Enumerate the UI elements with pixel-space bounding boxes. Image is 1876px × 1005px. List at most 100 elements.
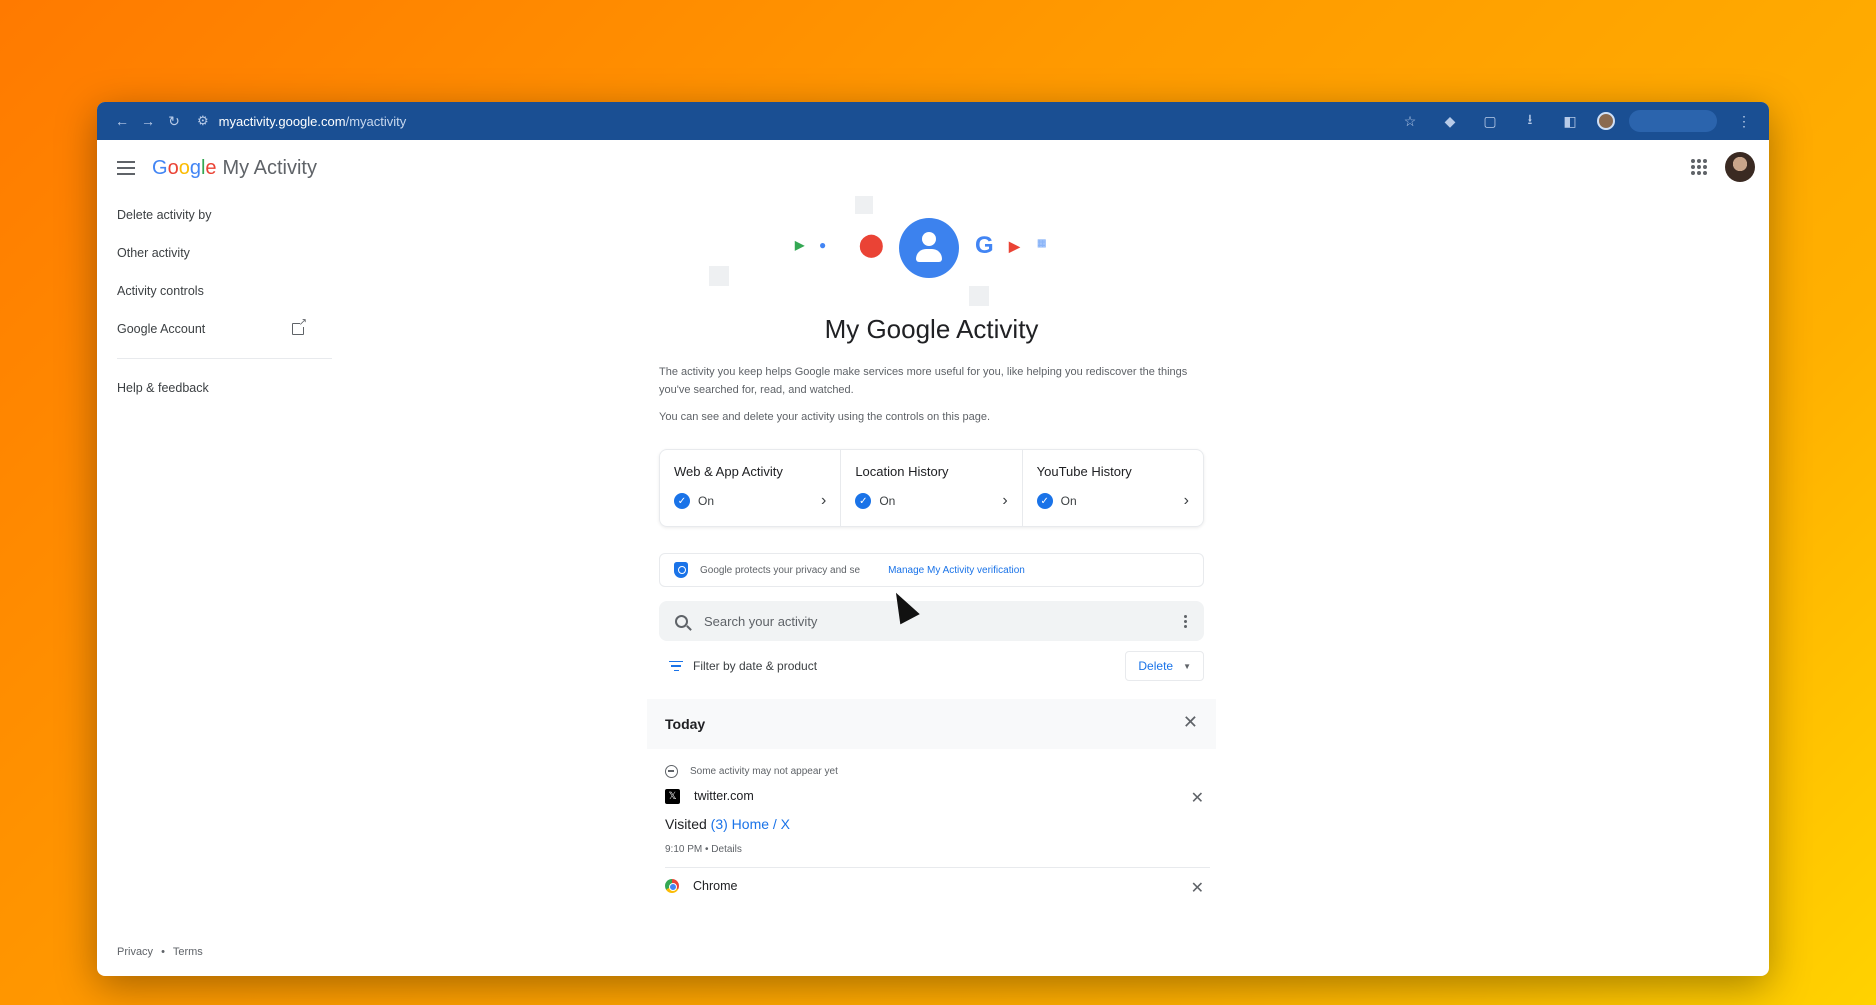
search-icon[interactable] <box>675 614 688 628</box>
check-circle-icon: ✓ <box>674 493 690 509</box>
logo-letter: G <box>152 156 168 179</box>
puzzle-icon[interactable]: ▢ <box>1477 108 1503 134</box>
url-host: myactivity.google.com <box>218 113 346 129</box>
logo-letter: e <box>205 156 217 179</box>
check-circle-icon: ✓ <box>1036 493 1053 509</box>
activity-item: Chrome ✕ <box>659 872 1204 900</box>
chevron-right-icon: › <box>821 492 827 509</box>
main-content: ▶ ● ⬤ G ▶ ▦ My Google Activity The activ… <box>647 196 1216 900</box>
sidebar-item-label: Other activity <box>117 246 190 260</box>
control-card-youtube-history[interactable]: YouTube History ✓ On › <box>1023 450 1203 526</box>
activity-controls-cards: Web & App Activity ✓ On › Location Histor… <box>659 449 1204 527</box>
google-my-activity-logo[interactable]: Google My Activity <box>152 157 317 180</box>
activity-meta[interactable]: 9:10 PM • Details <box>665 844 1204 855</box>
sidebar-item-label: Delete activity by <box>117 208 212 222</box>
info-minus-icon <box>665 765 678 778</box>
intro-text: The activity you keep helps Google make … <box>659 366 1188 396</box>
terms-link[interactable]: Terms <box>173 946 203 958</box>
control-status: On <box>1060 494 1077 508</box>
back-icon[interactable]: ← <box>109 108 135 134</box>
sidebar-divider <box>117 358 332 359</box>
news-icon: ▦ <box>1037 238 1047 249</box>
search-input[interactable] <box>704 613 1184 629</box>
visited-prefix: Visited <box>665 816 707 832</box>
hero-illustration: ▶ ● ⬤ G ▶ ▦ <box>659 196 1204 306</box>
privacy-text: Google protects your privacy and se <box>700 564 861 576</box>
play-store-icon: ▶ <box>795 238 805 252</box>
manage-verification-link[interactable]: Manage My Activity verification <box>888 565 1025 576</box>
url-path: /myactivity <box>345 113 407 129</box>
control-status: On <box>698 494 715 508</box>
forward-icon[interactable]: → <box>135 108 161 134</box>
browser-profile-avatar[interactable] <box>1597 112 1615 130</box>
chevron-right-icon: › <box>1002 492 1008 509</box>
side-panel-icon[interactable]: ◧ <box>1557 108 1583 134</box>
logo-letter: o <box>167 156 179 179</box>
sidebar-item-label: Activity controls <box>117 284 204 298</box>
today-label: Today <box>665 716 706 732</box>
assistant-icon: ● <box>819 238 827 252</box>
chevron-right-icon: › <box>1183 492 1189 509</box>
control-card-web-app[interactable]: Web & App Activity ✓ On › <box>660 450 842 526</box>
entry-divider <box>665 867 1210 868</box>
check-circle-icon: ✓ <box>855 493 872 509</box>
note-text: Some activity may not appear yet <box>690 766 838 777</box>
browser-toolbar: ← → ↻ ⚙ myactivity.google.com/myactivity… <box>97 102 1769 140</box>
bookmark-star-icon[interactable]: ☆ <box>1397 108 1423 134</box>
open-in-new-icon <box>292 317 307 335</box>
delete-item-close-icon[interactable]: ✕ <box>1191 788 1204 808</box>
sidebar-item-label: Help & feedback <box>117 381 209 395</box>
address-bar[interactable]: myactivity.google.com/myactivity <box>219 114 407 129</box>
browser-window: ← → ↻ ⚙ myactivity.google.com/myactivity… <box>97 102 1769 976</box>
logo-letter: g <box>189 156 201 179</box>
sidebar-footer: Privacy • Terms <box>117 946 203 958</box>
browser-profile-pill[interactable] <box>1629 110 1717 132</box>
filter-icon[interactable] <box>669 660 683 672</box>
today-section-header: Today ✕ <box>647 699 1216 749</box>
sidebar-item-google-account[interactable]: Google Account <box>97 310 337 348</box>
privacy-link[interactable]: Privacy <box>117 946 153 958</box>
account-hero-icon <box>899 218 959 278</box>
account-avatar[interactable] <box>1725 152 1755 182</box>
page-title: My Google Activity <box>824 314 1039 344</box>
privacy-banner: Google protects your privacy and se Mana… <box>659 553 1204 587</box>
chrome-logo-icon <box>665 879 679 893</box>
sidebar-item-delete-activity[interactable]: Delete activity by <box>97 196 337 234</box>
extension-icon[interactable]: ◆ <box>1437 108 1463 134</box>
filter-by-date-product-button[interactable]: Filter by date & product <box>693 659 817 673</box>
delete-day-close-icon[interactable]: ✕ <box>1183 712 1198 733</box>
visited-line: Visited (3) Home / X <box>665 816 1204 832</box>
caret-down-icon: ▼ <box>1183 661 1191 671</box>
intro-text-controls: You can see and delete your activity usi… <box>659 411 991 423</box>
maps-pin-icon: ⬤ <box>859 232 884 257</box>
site-info-icon[interactable]: ⚙ <box>197 113 209 129</box>
footer-separator: • <box>161 946 165 958</box>
delete-label: Delete <box>1138 659 1174 673</box>
more-options-icon[interactable] <box>1184 614 1188 628</box>
activity-site: twitter.com <box>694 789 754 803</box>
sidebar-item-label: Google Account <box>117 322 206 336</box>
delete-dropdown-button[interactable]: Delete ▼ <box>1125 651 1204 681</box>
activity-site: Chrome <box>693 879 738 893</box>
logo-letter: o <box>178 156 190 179</box>
sidebar-item-activity-controls[interactable]: Activity controls <box>97 272 337 310</box>
control-card-title: Web & App Activity <box>674 464 783 479</box>
app-header: Google My Activity <box>97 140 1769 196</box>
product-name: My Activity <box>222 156 317 179</box>
download-icon[interactable]: ⭳ <box>1517 108 1543 134</box>
sidebar-item-other-activity[interactable]: Other activity <box>97 234 337 272</box>
activity-delay-note: Some activity may not appear yet <box>659 765 1204 778</box>
main-menu-icon[interactable] <box>117 161 135 175</box>
youtube-icon: ▶ <box>1009 238 1020 254</box>
browser-menu-icon[interactable]: ⋮ <box>1731 108 1757 134</box>
delete-item-close-icon[interactable]: ✕ <box>1191 878 1204 898</box>
shield-icon <box>674 562 688 578</box>
sidebar: Delete activity by Other activity Activi… <box>97 196 337 976</box>
reload-icon[interactable]: ↻ <box>161 108 187 134</box>
control-card-location-history[interactable]: Location History ✓ On › <box>841 450 1023 526</box>
visited-page-link[interactable]: (3) Home / X <box>711 816 790 832</box>
control-status: On <box>879 494 896 508</box>
search-bar <box>659 601 1204 641</box>
google-apps-icon[interactable] <box>1691 159 1707 175</box>
sidebar-item-help-feedback[interactable]: Help & feedback <box>97 369 337 407</box>
